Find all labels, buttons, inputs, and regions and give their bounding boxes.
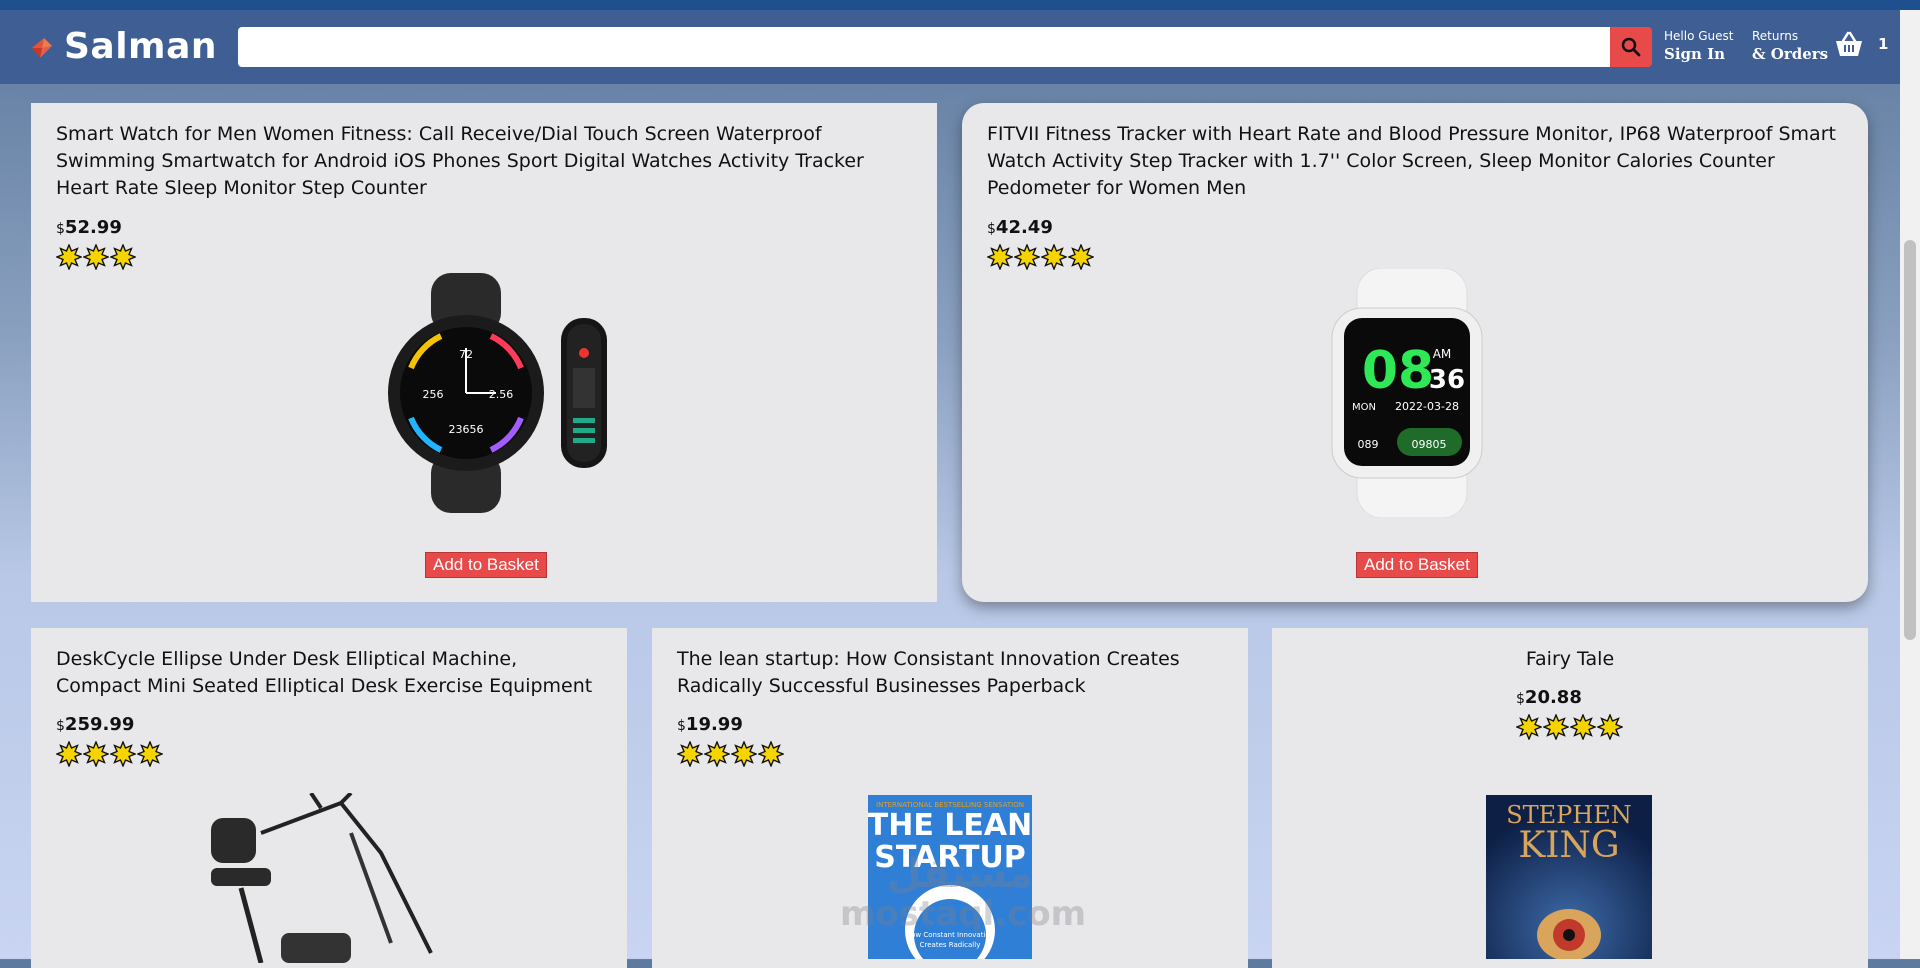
currency-symbol: $ xyxy=(987,221,996,237)
book-title-line1: THE LEAN xyxy=(868,808,1032,843)
product-title: Smart Watch for Men Women Fitness: Call … xyxy=(56,123,864,199)
watch-steps-reading: 23656 xyxy=(449,423,484,436)
product-price: $19.99 xyxy=(677,714,743,735)
watch-hour-reading: 08 xyxy=(1362,341,1434,401)
logo-text: Salman xyxy=(64,26,217,67)
basket-icon xyxy=(1836,31,1862,56)
star-icon xyxy=(83,741,109,767)
watch-date-reading: 2022-03-28 xyxy=(1395,400,1459,413)
product-card: Smart Watch for Men Women Fitness: Call … xyxy=(31,103,937,602)
watermark-arabic: مستقل xyxy=(886,851,1034,897)
price-amount: 42.49 xyxy=(995,217,1053,238)
star-rating xyxy=(56,741,163,767)
star-icon xyxy=(110,741,136,767)
product-price: $20.88 xyxy=(1516,687,1582,708)
watch-heart-reading: 089 xyxy=(1358,438,1379,451)
logo-icon xyxy=(32,37,52,58)
orders-text: & Orders xyxy=(1752,45,1829,63)
search-button[interactable] xyxy=(1610,27,1652,67)
watch-left-reading: 256 xyxy=(423,388,444,401)
star-icon xyxy=(1041,244,1067,270)
star-icon xyxy=(1597,714,1623,740)
watch-ampm-reading: AM xyxy=(1433,347,1452,361)
product-title: FITVII Fitness Tracker with Heart Rate a… xyxy=(987,123,1836,199)
add-to-basket-button[interactable]: Add to Basket xyxy=(1356,552,1478,578)
star-icon xyxy=(758,741,784,767)
watch-heart-reading: 72 xyxy=(459,348,473,361)
sign-in-option[interactable]: Hello Guest Sign In xyxy=(1664,28,1733,64)
returns-text: Returns xyxy=(1752,29,1799,43)
scrollbar[interactable] xyxy=(1900,10,1920,959)
search-bar xyxy=(238,27,1652,67)
star-icon xyxy=(704,741,730,767)
star-icon xyxy=(1068,244,1094,270)
product-title: DeskCycle Ellipse Under Desk Elliptical … xyxy=(56,648,593,697)
star-rating xyxy=(987,244,1094,270)
sign-in-text: Sign In xyxy=(1664,45,1726,63)
product-title: The lean startup: How Consistant Innovat… xyxy=(677,648,1180,697)
scrollbar-thumb[interactable] xyxy=(1904,240,1916,640)
basket-link[interactable]: 1 xyxy=(1834,30,1888,58)
price-amount: 52.99 xyxy=(64,217,122,238)
star-icon xyxy=(56,244,82,270)
price-amount: 259.99 xyxy=(64,714,135,735)
star-icon xyxy=(677,741,703,767)
fairy-tale-book-image: STEPHEN KING xyxy=(1486,795,1652,959)
product-price: $42.49 xyxy=(987,217,1053,238)
star-icon xyxy=(83,244,109,270)
star-icon xyxy=(110,244,136,270)
star-icon xyxy=(731,741,757,767)
white-fitness-tracker-image: 08 AM 36 MON 2022-03-28 089 09805 xyxy=(1331,268,1483,518)
add-to-basket-button[interactable]: Add to Basket xyxy=(425,552,547,578)
search-input[interactable] xyxy=(238,27,1610,67)
black-smartwatch-image: 72 256 2.56 23656 xyxy=(388,273,607,513)
currency-symbol: $ xyxy=(677,718,686,734)
product-title: Fairy Tale xyxy=(1525,648,1615,670)
currency-symbol: $ xyxy=(1516,691,1525,707)
book-subtitle-line2: Creates Radically xyxy=(920,941,981,949)
product-card: Fairy Tale $20.88 STEPHEN KING xyxy=(1272,628,1868,968)
price-amount: 20.88 xyxy=(1524,687,1582,708)
star-rating xyxy=(56,244,136,270)
watch-steps-reading: 09805 xyxy=(1412,438,1447,451)
basket-count: 1 xyxy=(1878,35,1889,53)
greeting-text: Hello Guest xyxy=(1664,29,1734,43)
star-icon xyxy=(1543,714,1569,740)
book-author-line2: KING xyxy=(1518,825,1619,866)
watermark-latin: mostaql.com xyxy=(840,894,1087,934)
star-icon xyxy=(1516,714,1542,740)
watch-right-reading: 2.56 xyxy=(489,388,514,401)
product-price: $259.99 xyxy=(56,714,134,735)
watch-day-reading: MON xyxy=(1352,402,1376,413)
star-icon xyxy=(1014,244,1040,270)
product-card: DeskCycle Ellipse Under Desk Elliptical … xyxy=(31,628,627,968)
star-icon xyxy=(987,244,1013,270)
top-strip xyxy=(0,0,1920,10)
star-rating xyxy=(1516,714,1623,740)
star-icon xyxy=(1570,714,1596,740)
product-card: FITVII Fitness Tracker with Heart Rate a… xyxy=(962,103,1868,602)
returns-orders-option[interactable]: Returns & Orders xyxy=(1752,28,1828,64)
currency-symbol: $ xyxy=(56,221,65,237)
logo[interactable]: Salman xyxy=(30,26,217,67)
header: Salman Hello Guest Sign In Returns & Ord… xyxy=(0,10,1900,84)
star-icon xyxy=(137,741,163,767)
price-amount: 19.99 xyxy=(685,714,743,735)
star-rating xyxy=(677,741,784,767)
search-icon xyxy=(1621,37,1641,57)
product-price: $52.99 xyxy=(56,217,122,238)
watermark: مستقل mostaql.com xyxy=(840,851,1087,934)
watch-minute-reading: 36 xyxy=(1429,365,1465,395)
star-icon xyxy=(56,741,82,767)
currency-symbol: $ xyxy=(56,718,65,734)
elliptical-machine-image xyxy=(211,793,433,963)
